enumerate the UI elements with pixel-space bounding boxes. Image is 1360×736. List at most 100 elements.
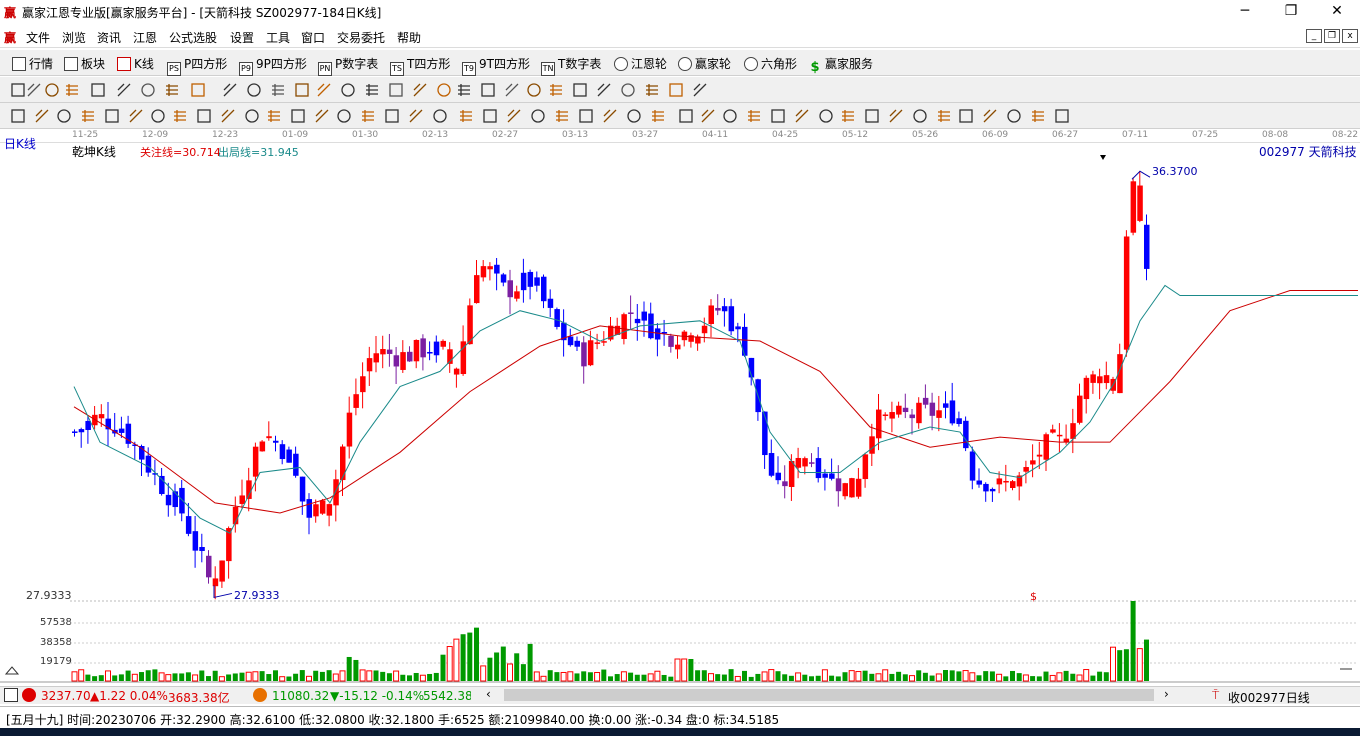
mdi-restore-icon[interactable]: ❐ — [1324, 29, 1340, 43]
tb-9tsquare-button[interactable]: T9 9T四方形 — [462, 55, 530, 76]
tb3-tool-10-icon[interactable] — [220, 108, 236, 124]
tb3-tool-28-icon[interactable] — [650, 108, 666, 124]
tb3-tool-11-icon[interactable] — [244, 108, 260, 124]
tb2-tool-8-icon[interactable] — [164, 82, 180, 98]
tb2-tool-24-icon[interactable] — [548, 82, 564, 98]
tb3-tool-9-icon[interactable] — [196, 108, 212, 124]
tb3-tool-38-icon[interactable] — [888, 108, 904, 124]
tb2-tool-10-icon[interactable] — [222, 82, 238, 98]
tb3-tool-17-icon[interactable] — [384, 108, 400, 124]
tb2-tool-9-icon[interactable] — [190, 82, 206, 98]
tb3-tool-29-icon[interactable] — [678, 108, 694, 124]
grid-view-icon[interactable] — [4, 688, 18, 702]
tb2-tool-27-icon[interactable] — [620, 82, 636, 98]
tb3-tool-8-icon[interactable] — [172, 108, 188, 124]
tb3-tool-2-icon[interactable] — [34, 108, 50, 124]
tb3-tool-24-icon[interactable] — [554, 108, 570, 124]
tb2-tool-23-icon[interactable] — [526, 82, 542, 98]
tb3-tool-22-icon[interactable] — [506, 108, 522, 124]
tb2-tool-19-icon[interactable] — [436, 82, 452, 98]
tb2-tool-7-icon[interactable] — [140, 82, 156, 98]
tb2-tool-28-icon[interactable] — [644, 82, 660, 98]
tb3-tool-42-icon[interactable] — [982, 108, 998, 124]
chart-area[interactable]: 11-25 12-09 12-23 01-09 01-30 02-13 02-27 03-13… — [0, 129, 1360, 684]
tb3-tool-21-icon[interactable] — [482, 108, 498, 124]
tb3-tool-18-icon[interactable] — [408, 108, 424, 124]
tb2-tool-2-icon[interactable] — [26, 82, 42, 98]
tb3-tool-44-icon[interactable] — [1030, 108, 1046, 124]
tb2-tool-14-icon[interactable] — [316, 82, 332, 98]
tb2-tool-21-icon[interactable] — [480, 82, 496, 98]
menu-gann[interactable]: 江恩 — [133, 29, 157, 46]
tb3-tool-6-icon[interactable] — [128, 108, 144, 124]
tb3-tool-23-icon[interactable] — [530, 108, 546, 124]
tb3-tool-39-icon[interactable] — [912, 108, 928, 124]
menu-browse[interactable]: 浏览 — [62, 29, 86, 46]
tb2-tool-3-icon[interactable] — [44, 82, 60, 98]
tb3-tool-27-icon[interactable] — [626, 108, 642, 124]
tb-pnumber-button[interactable]: PN P数字表 — [318, 55, 378, 76]
tb3-tool-1-icon[interactable] — [10, 108, 26, 124]
menu-file[interactable]: 文件 — [26, 29, 50, 46]
tb3-tool-40-icon[interactable] — [936, 108, 952, 124]
close-button[interactable]: ✕ — [1314, 0, 1360, 24]
menu-help[interactable]: 帮助 — [397, 29, 421, 46]
tb3-tool-7-icon[interactable] — [150, 108, 166, 124]
mdi-minimize-icon[interactable]: _ — [1306, 29, 1322, 43]
tb2-tool-16-icon[interactable] — [364, 82, 380, 98]
tb3-tool-15-icon[interactable] — [336, 108, 352, 124]
tb-9psquare-button[interactable]: P9 9P四方形 — [239, 55, 307, 76]
tb2-tool-30-icon[interactable] — [692, 82, 708, 98]
tb2-tool-5-icon[interactable] — [90, 82, 106, 98]
tb3-tool-35-icon[interactable] — [818, 108, 834, 124]
tb-quotes-button[interactable]: 行情 — [12, 55, 53, 72]
tb3-tool-4-icon[interactable] — [80, 108, 96, 124]
scroll-left-icon[interactable]: ‹ — [486, 687, 491, 701]
tb2-tool-11-icon[interactable] — [246, 82, 262, 98]
tb3-tool-16-icon[interactable] — [360, 108, 376, 124]
scroll-thumb[interactable] — [504, 689, 1154, 701]
menu-window[interactable]: 窗口 — [301, 29, 325, 46]
tb3-tool-5-icon[interactable] — [104, 108, 120, 124]
tb3-tool-32-icon[interactable] — [746, 108, 762, 124]
tb2-tool-20-icon[interactable] — [456, 82, 472, 98]
tb3-tool-43-icon[interactable] — [1006, 108, 1022, 124]
tb2-tool-25-icon[interactable] — [572, 82, 588, 98]
tb-service-button[interactable]: $ 赢家服务 — [808, 55, 873, 76]
tb3-tool-34-icon[interactable] — [794, 108, 810, 124]
tb3-tool-20-icon[interactable] — [458, 108, 474, 124]
tb3-tool-12-icon[interactable] — [266, 108, 282, 124]
tb-hexagon-button[interactable]: 六角形 — [744, 55, 797, 72]
tb2-tool-15-icon[interactable] — [340, 82, 356, 98]
tb3-tool-33-icon[interactable] — [770, 108, 786, 124]
menu-settings[interactable]: 设置 — [230, 29, 254, 46]
tb-blocks-button[interactable]: 板块 — [64, 55, 105, 72]
scroll-right-icon[interactable]: › — [1164, 687, 1169, 701]
tb3-tool-3-icon[interactable] — [56, 108, 72, 124]
tb-winnerwheel-button[interactable]: 赢家轮 — [678, 55, 731, 72]
tb3-tool-26-icon[interactable] — [602, 108, 618, 124]
tb-psquare-button[interactable]: PS P四方形 — [167, 55, 227, 76]
tb2-tool-26-icon[interactable] — [596, 82, 612, 98]
tb2-tool-1-icon[interactable] — [10, 82, 26, 98]
maximize-button[interactable]: ❐ — [1268, 0, 1314, 24]
mdi-close-icon[interactable]: x — [1342, 29, 1358, 43]
tb3-tool-41-icon[interactable] — [958, 108, 974, 124]
tb3-tool-45-icon[interactable] — [1054, 108, 1070, 124]
tb3-tool-37-icon[interactable] — [864, 108, 880, 124]
tb2-tool-18-icon[interactable] — [412, 82, 428, 98]
tb2-tool-12-icon[interactable] — [270, 82, 286, 98]
menu-trade[interactable]: 交易委托 — [337, 29, 385, 46]
tb-tnumber-button[interactable]: TN T数字表 — [541, 55, 601, 76]
menu-formula[interactable]: 公式选股 — [169, 29, 217, 46]
candlestick-chart[interactable] — [0, 129, 1360, 684]
tb3-tool-25-icon[interactable] — [578, 108, 594, 124]
menu-tools[interactable]: 工具 — [266, 29, 290, 46]
tb3-tool-14-icon[interactable] — [314, 108, 330, 124]
tb-gannwheel-button[interactable]: 江恩轮 — [614, 55, 667, 72]
minimize-button[interactable]: ─ — [1222, 0, 1268, 24]
tb-kline-button[interactable]: K线 — [117, 55, 154, 72]
tb2-tool-4-icon[interactable] — [64, 82, 80, 98]
tb3-tool-13-icon[interactable] — [290, 108, 306, 124]
menu-info[interactable]: 资讯 — [97, 29, 121, 46]
